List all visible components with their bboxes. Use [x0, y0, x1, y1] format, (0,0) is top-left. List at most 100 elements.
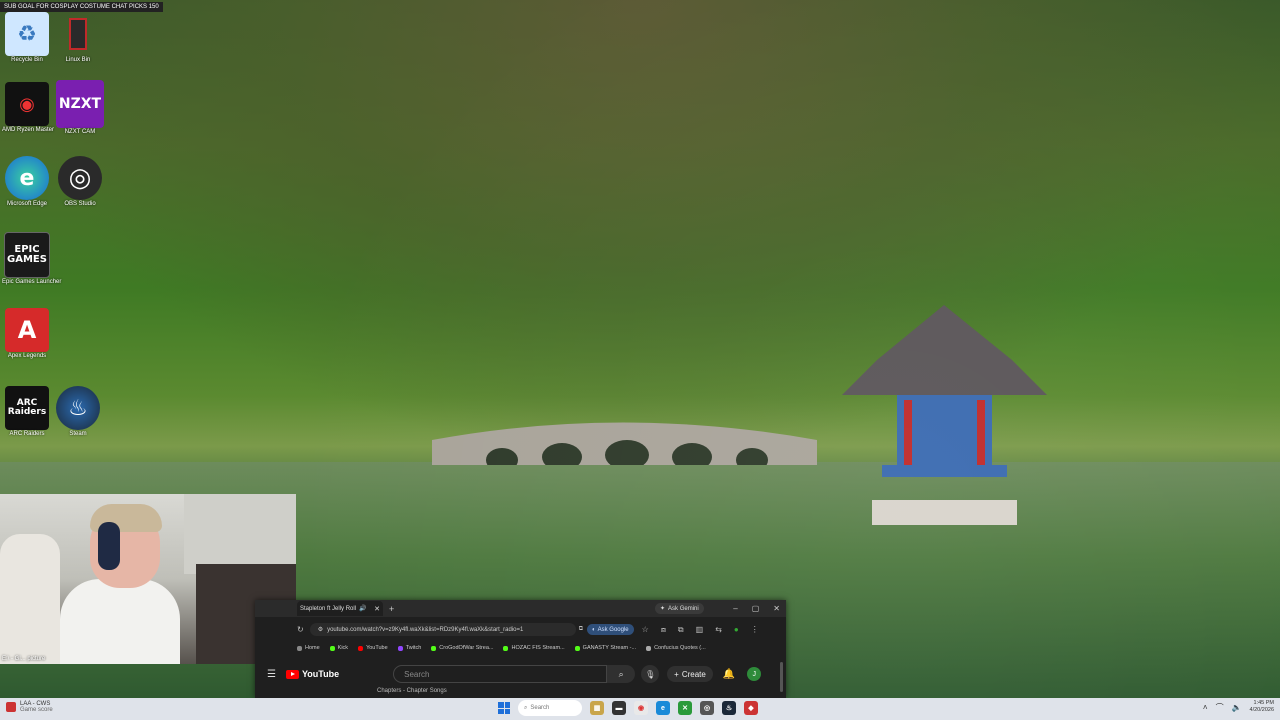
desktop-icon-arc-raiders[interactable]: ARC Raiders ARC Raiders — [2, 386, 52, 437]
bookmark-item[interactable]: GANASTY Stream -... — [574, 645, 636, 651]
bookmark-item[interactable]: HOZAC FIS Stream... — [503, 645, 565, 651]
xbox-icon[interactable]: ✕ — [678, 701, 692, 715]
start-button[interactable] — [498, 702, 510, 714]
bookmark-label: YouTube — [366, 645, 388, 651]
search-icon: ⌕ — [524, 704, 528, 711]
youtube-logo[interactable]: YouTube — [285, 669, 340, 679]
pip-icon[interactable]: ⧉ — [678, 625, 684, 635]
desktop-icon-label: Microsoft Edge — [6, 201, 48, 207]
create-button[interactable]: + Create — [667, 666, 713, 682]
page-icon — [646, 645, 652, 651]
bookmark-label: HOZAC FIS Stream... — [511, 645, 565, 651]
bookmark-item[interactable]: Kick — [329, 645, 348, 651]
network-icon[interactable]: ⌒ — [1216, 702, 1224, 713]
obs-taskbar-icon[interactable]: ◎ — [700, 701, 714, 715]
desktop-icon-apex-legends[interactable]: A Apex Legends — [2, 308, 52, 359]
taskbar-clock[interactable]: 1:45 PM 4/20/2026 — [1250, 700, 1274, 714]
wallpaper-pavilion — [842, 305, 1047, 525]
desktop-icon-obs-studio[interactable]: ◎ OBS Studio — [55, 156, 105, 207]
apex-icon: A — [5, 308, 49, 352]
edge-taskbar-icon[interactable]: e — [656, 701, 670, 715]
tray-overflow-icon[interactable]: ˄ — [1203, 703, 1208, 712]
reload-icon[interactable]: ↻ — [297, 625, 304, 634]
wallpaper-bridge — [432, 422, 817, 465]
hamburger-menu-icon[interactable]: ☰ — [267, 669, 276, 680]
ask-gemini-button[interactable]: ✦ Ask Gemini — [655, 603, 704, 614]
browser-tab-active[interactable]: Stapleton ft Jelly Roll 🔊 ✕ — [297, 601, 383, 616]
file-explorer-icon[interactable]: ▬ — [612, 701, 626, 715]
taskbar-search-label: Search — [530, 705, 550, 711]
address-bar-row: ↻ ⚙ youtube.com/watch?v=z9Ky4fl.waXk&lis… — [255, 620, 786, 639]
install-icon[interactable]: ⧉ — [579, 626, 583, 633]
bin-icon — [56, 12, 100, 56]
bookmark-label: Twitch — [405, 645, 422, 651]
maximize-button[interactable]: ▢ — [752, 604, 760, 613]
webcam-caption: E:\ - Gl... picture — [2, 656, 46, 662]
cast-icon[interactable]: ⇆ — [715, 625, 722, 635]
taskbar-widget[interactable]: LAA - CWS Game score — [6, 701, 53, 713]
bookmark-item[interactable]: Home — [297, 645, 320, 651]
desktop-icon-amd-ryzen-master[interactable]: ◉ AMD Ryzen Master — [2, 82, 54, 133]
voice-search-button[interactable]: 🎙 — [641, 665, 660, 683]
bookmark-item[interactable]: CroGodOfWar Strea... — [431, 645, 493, 651]
taskbar-search[interactable]: ⌕ Search — [518, 700, 582, 716]
desktop-icon-epic-games[interactable]: EPIC GAMES Epic Games Launcher — [2, 232, 62, 285]
ask-google-label: Ask Google — [597, 626, 629, 633]
extension-icon[interactable]: ⧈ — [661, 625, 666, 635]
desktop-icon-nzxt-cam[interactable]: NZXT NZXT CAM — [55, 80, 105, 135]
desktop-icon-label: NZXT CAM — [64, 129, 96, 135]
chrome-icon[interactable]: ◉ — [634, 701, 648, 715]
menu-kebab-icon[interactable]: ⋮ — [751, 625, 759, 635]
speaker-icon[interactable]: 🔊 — [359, 605, 366, 612]
google-lens-icon: ◐ — [592, 626, 596, 633]
steam-taskbar-icon[interactable]: ♨ — [722, 701, 736, 715]
desktop-icon-steam[interactable]: ♨ Steam — [53, 386, 103, 437]
desktop-icon-microsoft-edge[interactable]: e Microsoft Edge — [2, 156, 52, 207]
kick-icon — [503, 645, 509, 651]
create-label: Create — [681, 669, 706, 679]
plus-icon: + — [674, 669, 679, 679]
new-tab-button[interactable]: + — [389, 604, 394, 614]
ask-gemini-label: Ask Gemini — [668, 605, 699, 612]
desktop-icon-linux-bin[interactable]: Linux Bin — [53, 12, 103, 63]
minimize-button[interactable]: – — [733, 604, 737, 613]
gemini-icon: ✦ — [660, 606, 666, 612]
ask-google-button[interactable]: ◐ Ask Google — [587, 624, 634, 635]
tab-close-icon[interactable]: ✕ — [374, 605, 380, 613]
desktop-icon-label: Epic Games Launcher — [2, 279, 62, 285]
bookmarks-bar: Home Kick YouTube Twitch CroGodOfWar Str… — [255, 641, 786, 655]
taskbar: LAA - CWS Game score ⌕ Search ▦ ▬ ◉ e ✕ … — [0, 698, 1280, 720]
stream-goal-label: SUB GOAL FOR COSPLAY COSTUME CHAT PICKS … — [0, 2, 163, 12]
youtube-header: ☰ YouTube Search ⌕ 🎙 + Create 🔔 J — [255, 662, 786, 686]
url-field[interactable]: ⚙ youtube.com/watch?v=z9Ky4fl.waXk&list=… — [309, 623, 576, 636]
sidepanel-icon[interactable]: ▥ — [696, 625, 704, 635]
task-view-icon[interactable]: ▦ — [590, 701, 604, 715]
browser-window[interactable]: Stapleton ft Jelly Roll 🔊 ✕ + ✦ Ask Gemi… — [255, 600, 786, 698]
site-info-icon[interactable]: ⚙ — [318, 626, 323, 633]
steam-icon: ♨ — [56, 386, 100, 430]
desktop-icon-recycle-bin[interactable]: ♻ Recycle Bin — [2, 12, 52, 63]
desktop-icon-label: Linux Bin — [65, 57, 91, 63]
account-avatar[interactable]: J — [747, 667, 762, 681]
url-text: youtube.com/watch?v=z9Ky4fl.waXk&list=RD… — [327, 626, 524, 633]
youtube-subline: Chapters - Chapter Songs — [377, 688, 447, 694]
youtube-logo-text: YouTube — [301, 669, 340, 679]
notifications-bell-icon[interactable]: 🔔 — [723, 669, 735, 680]
scrollbar[interactable] — [780, 662, 783, 692]
profile-icon[interactable]: ● — [734, 625, 739, 635]
tab-title: Stapleton ft Jelly Roll — [300, 605, 357, 612]
volume-icon[interactable]: 🔈 — [1232, 703, 1242, 712]
arc-raiders-icon: ARC Raiders — [5, 386, 49, 430]
bookmark-star-icon[interactable]: ☆ — [642, 625, 649, 635]
bookmark-item[interactable]: Confucius Quotes (... — [646, 645, 706, 651]
bookmark-item[interactable]: YouTube — [358, 645, 388, 651]
search-input[interactable]: Search — [393, 665, 608, 683]
clock-time: 1:45 PM — [1253, 700, 1274, 706]
bookmark-label: Home — [305, 645, 320, 651]
close-window-button[interactable]: ✕ — [773, 604, 780, 613]
system-tray: ˄ ⌒ 🔈 1:45 PM 4/20/2026 — [1203, 700, 1274, 714]
search-button[interactable]: ⌕ — [607, 665, 636, 683]
bookmark-item[interactable]: Twitch — [397, 645, 422, 651]
taskbar-center: ⌕ Search ▦ ▬ ◉ e ✕ ◎ ♨ ◆ — [498, 700, 758, 716]
app-taskbar-icon[interactable]: ◆ — [744, 701, 758, 715]
